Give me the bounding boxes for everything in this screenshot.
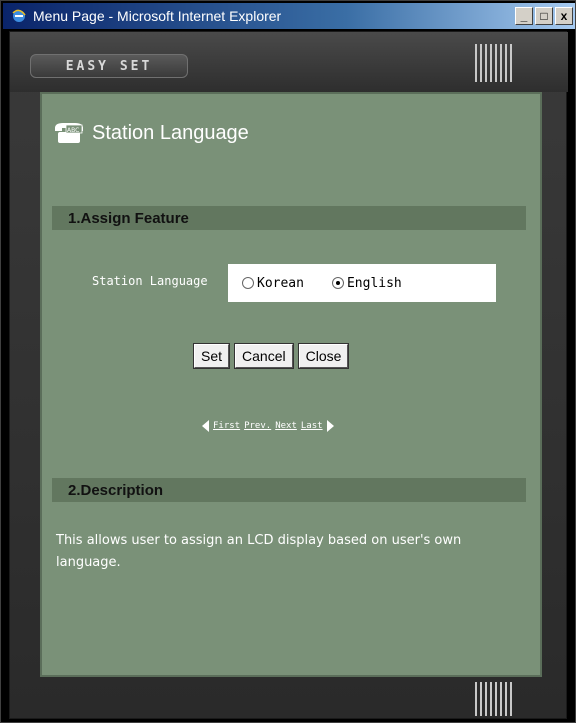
radio-option-korean[interactable]: Korean	[242, 276, 304, 291]
last-link[interactable]: Last	[301, 421, 323, 431]
page-title: Station Language	[92, 121, 249, 144]
vent-grille-bottom	[473, 682, 513, 716]
page-header: ABC Station Language	[52, 120, 249, 146]
title-bar[interactable]: Menu Page - Microsoft Internet Explorer …	[3, 3, 575, 29]
station-language-label: Station Language	[92, 274, 208, 288]
radio-option-english[interactable]: English	[331, 276, 402, 291]
easy-set-logo: EASY SET	[30, 54, 188, 78]
triangle-right-icon[interactable]	[326, 420, 334, 432]
page-navigation: First Prev. Next Last	[202, 420, 334, 432]
maximize-button[interactable]: □	[535, 7, 553, 25]
korean-label[interactable]: Korean	[257, 276, 304, 291]
minimize-button[interactable]: _	[515, 7, 533, 25]
korean-radio[interactable]	[242, 277, 254, 289]
phone-abc-icon: ABC	[55, 123, 83, 143]
triangle-left-icon[interactable]	[202, 420, 209, 432]
next-link[interactable]: Next	[275, 421, 297, 431]
browser-window: Menu Page - Microsoft Internet Explorer …	[0, 0, 576, 723]
close-button[interactable]: x	[555, 7, 573, 25]
window-controls: _ □ x	[515, 7, 573, 25]
action-buttons: Set Cancel Close	[192, 343, 350, 369]
cancel-button[interactable]: Cancel	[234, 343, 294, 369]
window-title: Menu Page - Microsoft Internet Explorer	[33, 8, 282, 24]
description-heading: 2.Description	[52, 478, 526, 502]
logo-text: EASY SET	[65, 58, 153, 74]
close-dialog-button[interactable]: Close	[297, 343, 350, 369]
vent-grille-top	[473, 44, 513, 82]
prev-link[interactable]: Prev.	[244, 421, 271, 431]
first-link[interactable]: First	[213, 421, 240, 431]
internet-explorer-icon	[9, 6, 29, 26]
content-panel: ABC Station Language 1.Assign Feature St…	[40, 92, 542, 677]
english-label[interactable]: English	[347, 276, 402, 291]
language-radio-group: Korean English	[228, 264, 496, 302]
description-text: This allows user to assign an LCD displa…	[56, 533, 462, 570]
svg-text:ABC: ABC	[67, 127, 79, 134]
set-button[interactable]: Set	[192, 343, 231, 369]
assign-feature-heading: 1.Assign Feature	[52, 206, 526, 230]
english-radio[interactable]	[331, 277, 344, 289]
device-frame: EASY SET ABC Station Language 1.Assign F…	[9, 31, 568, 719]
